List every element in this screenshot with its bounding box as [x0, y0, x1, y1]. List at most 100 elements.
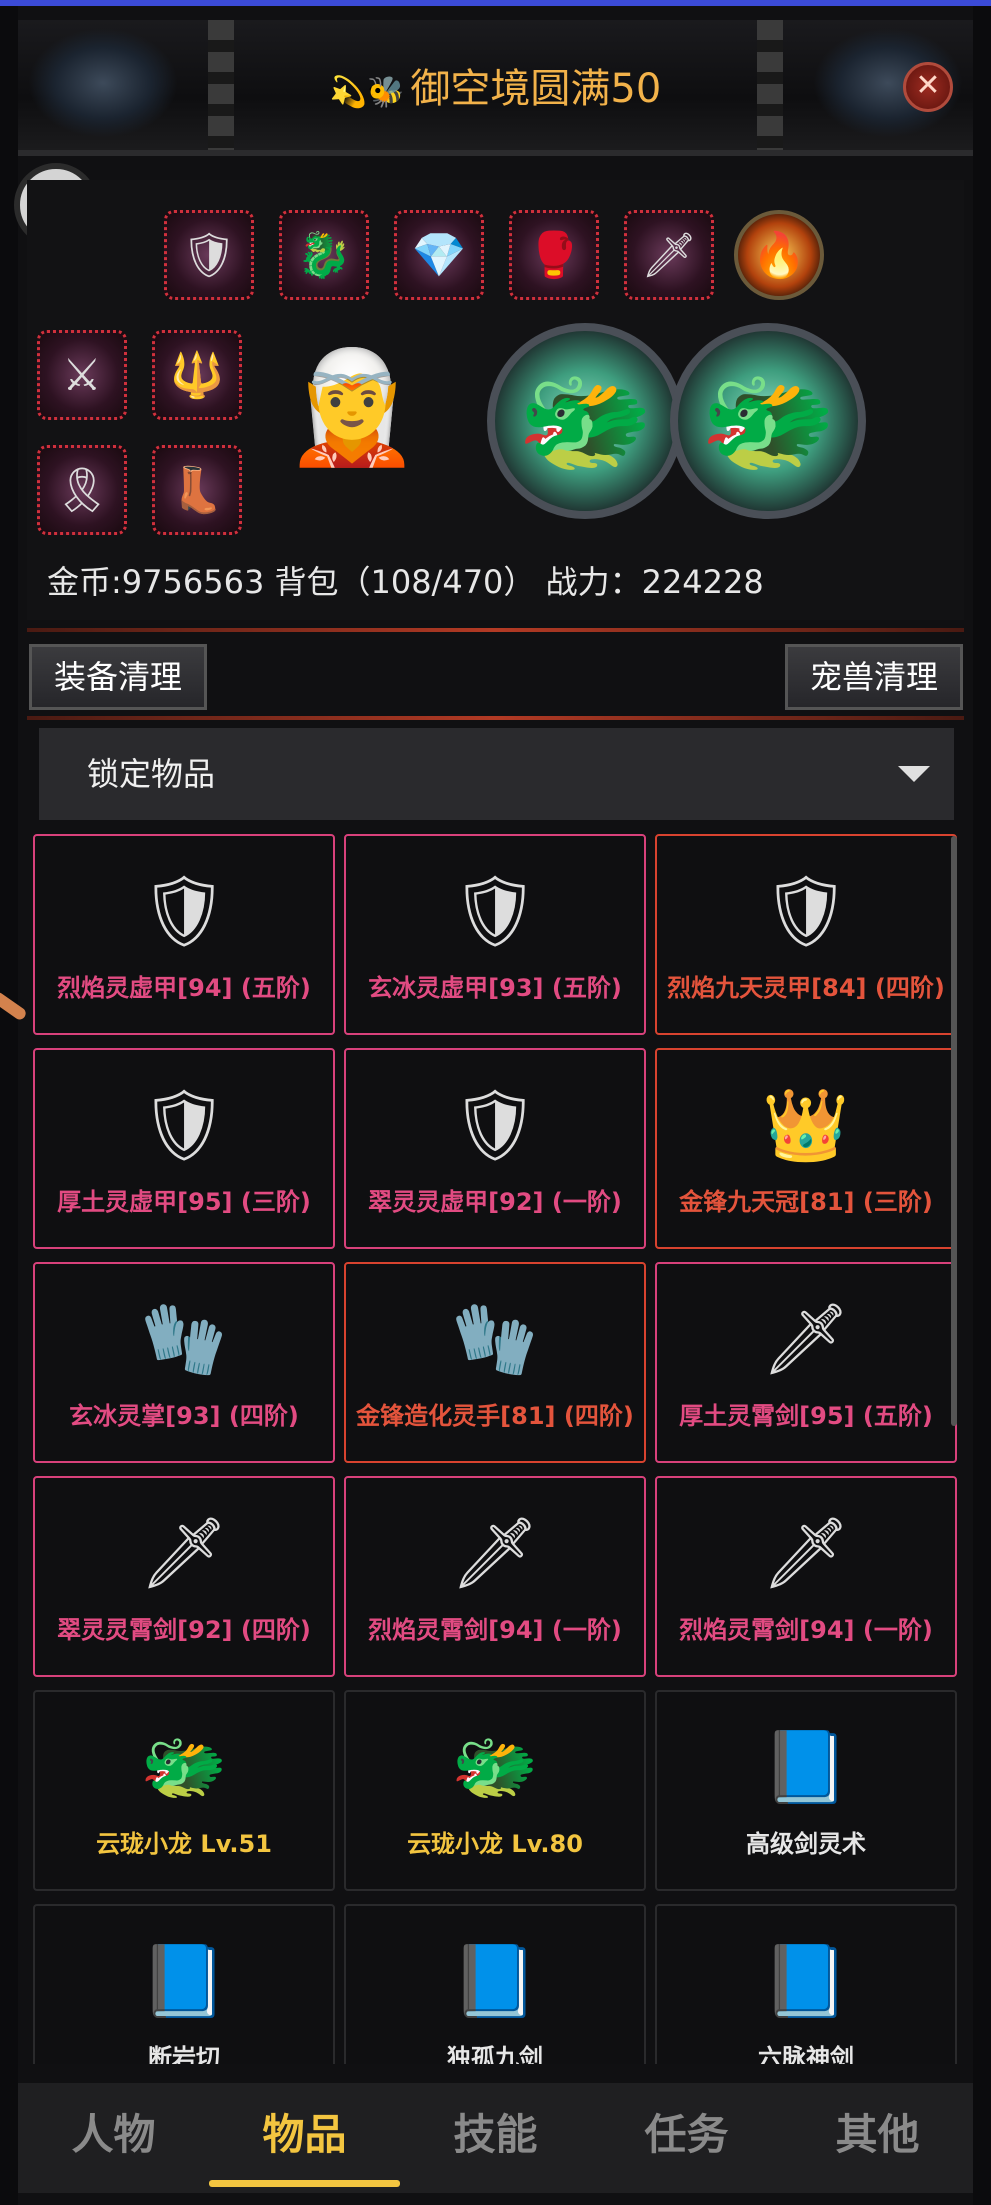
inventory-item-name: 高级剑灵术: [746, 1830, 866, 1858]
nav-tab[interactable]: 技能: [400, 2083, 591, 2193]
inventory-item[interactable]: 🗡 厚土灵霄剑[95] (五阶): [655, 1262, 957, 1463]
inventory-item-name: 玄冰灵掌[93] (四阶): [69, 1402, 299, 1430]
chevron-down-icon: [898, 766, 930, 782]
equipment-panel: 🛡 🐉 💎 🥊 🗡 🔥 ⚔ 🔱 🎗 👢 🧝 🐲 🐲 金币:9756563 背包（…: [27, 180, 964, 620]
equip-slot-belt[interactable]: 🎗: [37, 445, 127, 535]
equip-slot-gauntlet[interactable]: 🥊: [509, 210, 599, 300]
inventory-item[interactable]: 🐲 云珑小龙 Lv.51: [33, 1690, 335, 1891]
inventory-item-name: 玄冰灵虚甲[93] (五阶): [368, 974, 622, 1002]
equip-cleanup-button[interactable]: 装备清理: [29, 644, 208, 710]
inventory-item[interactable]: 👑 金锋九天冠[81] (三阶): [655, 1048, 957, 1249]
nav-tab-label: 技能: [453, 2110, 538, 2159]
inventory-item-name: 金锋造化灵手[81] (四阶): [356, 1402, 634, 1430]
nav-tab-label: 人物: [71, 2110, 156, 2159]
gauntlet-icon: 🧤: [451, 1298, 539, 1380]
crown-icon: 👑: [762, 1084, 850, 1166]
inventory-item[interactable]: 🗡 烈焰灵霄剑[94] (一阶): [344, 1476, 646, 1677]
inventory-item-name: 断岩切: [148, 2044, 220, 2064]
inventory-item[interactable]: 🛡 烈焰灵虚甲[94] (五阶): [33, 834, 335, 1035]
spear-icon: 🔱: [169, 350, 225, 401]
inventory-item[interactable]: 📘 六脉神剑: [655, 1904, 957, 2064]
nav-tab[interactable]: 物品: [209, 2083, 400, 2193]
equip-slot-spear[interactable]: 🔱: [152, 330, 242, 420]
belt-icon: 🎗: [54, 465, 110, 516]
inventory-item-name: 翠灵灵霄剑[92] (四阶): [57, 1616, 311, 1644]
dragon-pet-icon: 🐲: [699, 356, 837, 485]
inventory-item-name: 烈焰灵霄剑[94] (一阶): [679, 1616, 933, 1644]
hero-character-portrait[interactable]: 🧝: [277, 320, 427, 495]
inventory-item-name: 六脉神剑: [758, 2044, 854, 2064]
inventory-grid: 🛡 烈焰灵虚甲[94] (五阶) 🛡 玄冰灵虚甲[93] (五阶) 🛡 烈焰九天灵甲[84…: [33, 834, 958, 2064]
gauntlet-icon: 🧤: [140, 1298, 228, 1380]
inventory-item-name: 金锋九天冠[81] (三阶): [679, 1188, 933, 1216]
inventory-item[interactable]: 📘 断岩切: [33, 1904, 335, 2064]
armor-icon: 🛡: [181, 230, 237, 281]
title-emoji-icon: 💫🐝: [329, 75, 405, 110]
inventory-item[interactable]: 📘 独孤九剑: [344, 1904, 646, 2064]
skill-book-icon: 📘: [451, 1940, 539, 2022]
boots-icon: 👢: [169, 465, 225, 516]
inventory-item[interactable]: 🗡 翠灵灵霄剑[92] (四阶): [33, 1476, 335, 1677]
equip-slot-sword[interactable]: ⚔: [37, 330, 127, 420]
pet-slot-1[interactable]: 🐲: [487, 323, 683, 519]
dragon-pet-icon: 🐲: [516, 356, 654, 485]
dragon-pet-icon: 🐲: [140, 1726, 228, 1808]
equip-slot-weapon-2[interactable]: 🗡: [624, 210, 714, 300]
equip-slot-shoulder[interactable]: 🐉: [279, 210, 369, 300]
amulet-icon: 💎: [411, 230, 467, 281]
nav-tab[interactable]: 其他: [782, 2083, 973, 2193]
divider: [27, 628, 964, 632]
gauntlet-icon: 🥊: [526, 230, 582, 281]
close-button[interactable]: ✕: [903, 62, 953, 112]
nav-tab-label: 物品: [262, 2110, 347, 2159]
sword-icon: 🗡: [761, 1298, 851, 1380]
skill-book-icon: 📘: [762, 1940, 850, 2022]
inventory-item-name: 烈焰九天灵甲[84] (四阶): [667, 974, 945, 1002]
sword-icon: 🗡: [450, 1512, 540, 1594]
active-tab-indicator: [209, 2180, 400, 2187]
page-title: 💫🐝 御空境圆满50: [329, 66, 662, 112]
inventory-item[interactable]: 🛡 翠灵灵虚甲[92] (一阶): [344, 1048, 646, 1249]
header-banner: 💫🐝 御空境圆满50 ✕: [18, 20, 973, 156]
nav-tab-label: 任务: [644, 2110, 729, 2159]
inventory-item-name: 独孤九剑: [447, 2044, 543, 2064]
armor-icon: 🛡: [139, 870, 229, 952]
sword-icon: ⚔: [62, 349, 102, 401]
inventory-item[interactable]: 🗡 烈焰灵霄剑[94] (一阶): [655, 1476, 957, 1677]
inventory-item-name: 烈焰灵虚甲[94] (五阶): [57, 974, 311, 1002]
dropdown-selected-value: 锁定物品: [87, 755, 216, 793]
nav-tab[interactable]: 任务: [591, 2083, 782, 2193]
armor-icon: 🛡: [450, 1084, 540, 1166]
inventory-item[interactable]: 🛡 烈焰九天灵甲[84] (四阶): [655, 834, 957, 1035]
player-stats-text: 金币:9756563 背包（108/470） 战力：224228: [47, 563, 764, 601]
inventory-item-name: 云珑小龙 Lv.51: [96, 1830, 272, 1858]
equip-slot-orb[interactable]: 🔥: [734, 210, 824, 300]
inventory-item[interactable]: 🛡 玄冰灵虚甲[93] (五阶): [344, 834, 646, 1035]
pet-cleanup-button[interactable]: 宠兽清理: [784, 644, 963, 710]
armor-icon: 🛡: [450, 870, 540, 952]
skill-book-icon: 📘: [762, 1726, 850, 1808]
inventory-item[interactable]: 🧤 玄冰灵掌[93] (四阶): [33, 1262, 335, 1463]
inventory-item-name: 翠灵灵虚甲[92] (一阶): [368, 1188, 622, 1216]
item-filter-dropdown[interactable]: 锁定物品: [39, 728, 954, 820]
inventory-item[interactable]: 🛡 厚土灵虚甲[95] (三阶): [33, 1048, 335, 1249]
inventory-item[interactable]: 🐲 云珑小龙 Lv.80: [344, 1690, 646, 1891]
skill-book-icon: 📘: [140, 1940, 228, 2022]
divider: [27, 716, 964, 720]
armor-icon: 🛡: [139, 1084, 229, 1166]
nav-tab[interactable]: 人物: [18, 2083, 209, 2193]
equip-slot-boots[interactable]: 👢: [152, 445, 242, 535]
armor-icon: 🛡: [761, 870, 851, 952]
sword-icon: 🗡: [761, 1512, 851, 1594]
equip-slot-necklace[interactable]: 💎: [394, 210, 484, 300]
inventory-item[interactable]: 🧤 金锋造化灵手[81] (四阶): [344, 1262, 646, 1463]
pet-slot-2[interactable]: 🐲: [670, 323, 866, 519]
hero-icon: 🧝: [283, 343, 421, 471]
blade-icon: 🗡: [641, 230, 697, 281]
inventory-item-name: 云珑小龙 Lv.80: [407, 1830, 583, 1858]
inventory-item[interactable]: 📘 高级剑灵术: [655, 1690, 957, 1891]
inventory-scrollbar[interactable]: [951, 836, 957, 1426]
bottom-navigation: 人物 物品 技能 任务 其他: [18, 2083, 973, 2193]
inventory-item-name: 烈焰灵霄剑[94] (一阶): [368, 1616, 622, 1644]
equip-slot-armor[interactable]: 🛡: [164, 210, 254, 300]
